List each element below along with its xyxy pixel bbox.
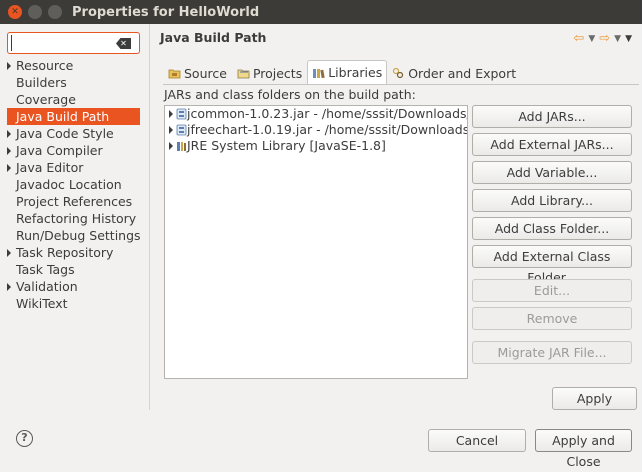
expand-arrow-icon[interactable] (7, 62, 11, 70)
list-item[interactable]: JRE System Library [JavaSE-1.8] (165, 138, 467, 154)
tab-label: Libraries (328, 65, 383, 80)
add-jars-button[interactable]: Add JARs... (472, 105, 632, 128)
sidebar-item-label: Refactoring History (16, 211, 137, 226)
close-window-icon[interactable]: ✕ (8, 5, 22, 19)
sidebar-item-label: Java Compiler (16, 143, 103, 158)
sidebar-item-wikitext[interactable]: WikiText (0, 295, 150, 312)
add-class-folder-button[interactable]: Add Class Folder... (472, 217, 632, 240)
back-arrow-icon[interactable]: ⇦ (573, 31, 584, 46)
source-folder-icon (168, 69, 181, 79)
list-item-label: jfreechart-1.0.19.jar - /home/sssit/Down… (187, 122, 468, 137)
sidebar-item-label: Task Repository (16, 245, 114, 260)
list-item-label: jcommon-1.0.23.jar - /home/sssit/Downloa… (187, 106, 468, 121)
sidebar-item-project-references[interactable]: Project References (0, 193, 150, 210)
sidebar: ✕ Resource Builders Coverage Java Build … (0, 24, 150, 410)
expand-arrow-icon[interactable] (7, 283, 11, 291)
tab-label: Order and Export (408, 65, 517, 81)
sidebar-item-refactoring-history[interactable]: Refactoring History (0, 210, 150, 227)
forward-arrow-icon[interactable]: ⇨ (599, 31, 610, 46)
dialog-footer: ? Cancel Apply and Close (0, 410, 642, 469)
expand-arrow-icon[interactable] (7, 249, 11, 257)
sidebar-item-builders[interactable]: Builders (0, 74, 150, 91)
tab-libraries[interactable]: Libraries (307, 60, 388, 84)
sidebar-item-javadoc-location[interactable]: Javadoc Location (0, 176, 150, 193)
jar-icon (176, 124, 187, 136)
page-navigation: ⇦ ▼ ⇨ ▼ ▼ (573, 31, 632, 46)
sidebar-item-label: Java Code Style (16, 126, 114, 141)
add-external-class-folder-button[interactable]: Add External Class Folder... (472, 245, 632, 285)
window-title: Properties for HelloWorld (72, 4, 260, 20)
tab-label: Projects (252, 65, 303, 81)
libraries-icon (313, 68, 325, 78)
sidebar-item-label: Resource (16, 58, 74, 73)
projects-icon (237, 69, 250, 79)
tab-source[interactable]: Source (163, 62, 232, 84)
build-path-list[interactable]: jcommon-1.0.23.jar - /home/sssit/Downloa… (164, 105, 468, 379)
help-icon[interactable]: ? (16, 430, 33, 447)
expand-arrow-icon[interactable] (169, 126, 173, 134)
tab-projects[interactable]: Projects (232, 62, 307, 84)
add-external-jars-button[interactable]: Add External JARs... (472, 133, 632, 156)
sidebar-item-label: Javadoc Location (16, 177, 122, 192)
sidebar-item-java-build-path[interactable]: Java Build Path (7, 108, 140, 125)
sidebar-item-label: Java Build Path (16, 109, 110, 124)
back-dropdown-icon[interactable]: ▼ (588, 34, 595, 44)
sidebar-item-java-editor[interactable]: Java Editor (0, 159, 150, 176)
expand-arrow-icon[interactable] (7, 130, 11, 138)
library-icon (177, 142, 186, 151)
build-path-label: JARs and class folders on the build path… (164, 87, 416, 102)
sidebar-item-task-tags[interactable]: Task Tags (0, 261, 150, 278)
sidebar-item-label: Validation (16, 279, 78, 294)
sidebar-item-label: Builders (16, 75, 67, 90)
sidebar-item-label: Project References (16, 194, 133, 209)
sidebar-item-java-compiler[interactable]: Java Compiler (0, 142, 150, 159)
list-item-label: JRE System Library [JavaSE-1.8] (187, 138, 386, 153)
page-title: Java Build Path (160, 30, 267, 45)
expand-arrow-icon[interactable] (7, 147, 11, 155)
sidebar-item-task-repository[interactable]: Task Repository (0, 244, 150, 261)
sidebar-item-label: Java Editor (16, 160, 84, 175)
forward-dropdown-icon[interactable]: ▼ (614, 34, 621, 44)
sidebar-item-validation[interactable]: Validation (0, 278, 150, 295)
title-bar: ✕ Properties for HelloWorld (0, 0, 642, 24)
tab-label: Source (184, 65, 227, 81)
list-item[interactable]: jcommon-1.0.23.jar - /home/sssit/Downloa… (165, 106, 467, 122)
minimize-window-icon[interactable] (28, 5, 42, 19)
preference-tree: Resource Builders Coverage Java Build Pa… (0, 57, 150, 312)
sidebar-item-java-code-style[interactable]: Java Code Style (0, 125, 150, 142)
migrate-jar-file-button[interactable]: Migrate JAR File... (472, 341, 632, 364)
edit-button[interactable]: Edit... (472, 279, 632, 302)
clear-filter-icon[interactable]: ✕ (116, 38, 131, 49)
filter-input[interactable] (11, 35, 111, 51)
sidebar-item-label: WikiText (16, 296, 68, 311)
tab-order-and-export[interactable]: Order and Export (387, 62, 521, 84)
apply-and-close-button[interactable]: Apply and Close (535, 429, 632, 469)
sidebar-item-resource[interactable]: Resource (0, 57, 150, 74)
sidebar-item-label: Task Tags (16, 262, 75, 277)
maximize-window-icon[interactable] (48, 5, 62, 19)
sidebar-item-run-debug-settings[interactable]: Run/Debug Settings (0, 227, 150, 244)
order-export-icon (393, 67, 404, 79)
libraries-panel: JARs and class folders on the build path… (163, 84, 639, 410)
cancel-button[interactable]: Cancel (428, 429, 526, 452)
main-panel: Java Build Path ⇦ ▼ ⇨ ▼ ▼ Source Project… (151, 24, 642, 410)
add-library-button[interactable]: Add Library... (472, 189, 632, 212)
expand-arrow-icon[interactable] (169, 110, 173, 118)
tab-bar: Source Projects Libraries Order and Expo… (163, 60, 521, 84)
list-item[interactable]: jfreechart-1.0.19.jar - /home/sssit/Down… (165, 122, 467, 138)
filter-box[interactable]: ✕ (7, 32, 140, 54)
add-variable-button[interactable]: Add Variable... (472, 161, 632, 184)
sidebar-item-label: Run/Debug Settings (16, 228, 141, 243)
sidebar-item-label: Coverage (16, 92, 76, 107)
view-menu-icon[interactable]: ▼ (625, 34, 632, 44)
jar-icon (176, 108, 187, 120)
expand-arrow-icon[interactable] (7, 164, 11, 172)
sidebar-item-coverage[interactable]: Coverage (0, 91, 150, 108)
apply-button[interactable]: Apply (552, 387, 637, 410)
remove-button[interactable]: Remove (472, 307, 632, 330)
expand-arrow-icon[interactable] (169, 142, 173, 150)
